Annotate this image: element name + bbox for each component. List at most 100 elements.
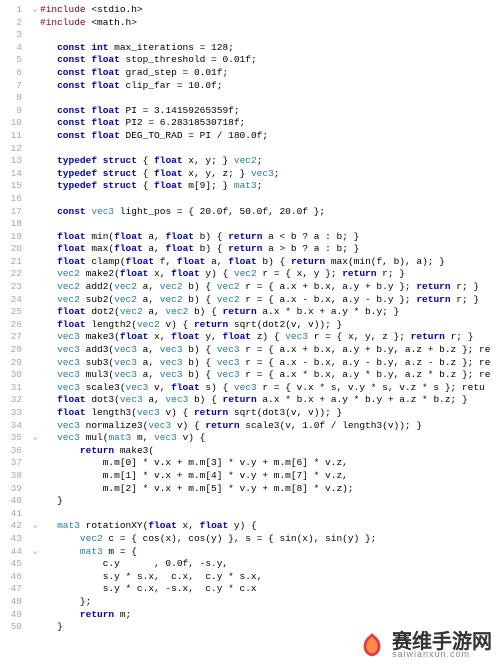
line-number: 44 [0,546,22,559]
line-number: 45 [0,558,22,571]
code-line[interactable]: float length3(vec3 v) { return sqrt(dot3… [40,407,500,420]
code-line[interactable] [40,29,500,42]
code-line[interactable]: vec3 mul(mat3 m, vec3 v) { [40,432,500,445]
fold-guide [30,331,40,344]
code-line[interactable]: s.y * s.x, c.x, c.y * s.x, [40,571,500,584]
code-line[interactable] [40,218,500,231]
fold-guide [30,206,40,219]
fold-guide [30,407,40,420]
code-line[interactable]: float dot2(vec2 a, vec2 b) { return a.x … [40,306,500,319]
line-number-gutter: 1234567891011121314151617181920212223242… [0,0,30,665]
code-line[interactable]: const float stop_threshold = 0.01f; [40,54,500,67]
fold-guide [30,17,40,30]
fold-guide [30,294,40,307]
code-line[interactable] [40,92,500,105]
line-number: 29 [0,357,22,370]
line-number: 40 [0,495,22,508]
code-line[interactable]: float dot3(vec3 a, vec3 b) { return a.x … [40,394,500,407]
code-line[interactable]: m.m[0] * v.x + m.m[3] * v.y + m.m[6] * v… [40,457,500,470]
line-number: 37 [0,457,22,470]
fold-guide [30,445,40,458]
fold-guide [30,268,40,281]
code-line[interactable]: const float PI2 = 6.28318530718f; [40,117,500,130]
code-line[interactable]: float max(float a, float b) { return a >… [40,243,500,256]
code-line[interactable]: const float clip_far = 10.0f; [40,80,500,93]
fold-toggle-icon[interactable]: ⌄ [30,520,40,533]
fold-guide [30,483,40,496]
code-line[interactable]: vec3 scale3(vec3 v, float s) { vec3 r = … [40,382,500,395]
fold-guide [30,92,40,105]
code-line[interactable]: typedef struct { float x, y; } vec2; [40,155,500,168]
code-line[interactable]: const float grad_step = 0.01f; [40,67,500,80]
code-line[interactable]: float min(float a, float b) { return a <… [40,231,500,244]
line-number: 20 [0,243,22,256]
code-line[interactable]: vec3 sub3(vec3 a, vec3 b) { vec3 r = { a… [40,357,500,370]
code-line[interactable]: vec3 add3(vec3 a, vec3 b) { vec3 r = { a… [40,344,500,357]
code-line[interactable]: return m; [40,609,500,622]
code-line[interactable]: vec3 make3(float x, float y, float z) { … [40,331,500,344]
code-line[interactable]: m.m[1] * v.x + m.m[4] * v.y + m.m[7] * v… [40,470,500,483]
fold-guide [30,571,40,584]
line-number: 3 [0,29,22,42]
code-line[interactable]: vec2 make2(float x, float y) { vec2 r = … [40,268,500,281]
line-number: 39 [0,483,22,496]
code-line[interactable]: mat3 rotationXY(float x, float y) { [40,520,500,533]
fold-toggle-icon[interactable]: ⌄ [30,432,40,445]
code-line[interactable]: const float PI = 3.14159265359f; [40,105,500,118]
fold-guide [30,457,40,470]
code-line[interactable]: typedef struct { float x, y, z; } vec3; [40,168,500,181]
code-line[interactable]: m.m[2] * v.x + m.m[5] * v.y + m.m[8] * v… [40,483,500,496]
code-line[interactable]: const float DEG_TO_RAD = PI / 180.0f; [40,130,500,143]
code-line[interactable]: #include <math.h> [40,17,500,30]
fold-toggle-icon[interactable]: ⌄ [30,546,40,559]
code-line[interactable]: vec3 mul3(vec3 a, vec3 b) { vec3 r = { a… [40,369,500,382]
fold-guide [30,243,40,256]
line-number: 36 [0,445,22,458]
line-number: 27 [0,331,22,344]
code-line[interactable]: vec2 sub2(vec2 a, vec2 b) { vec2 r = { a… [40,294,500,307]
code-line[interactable]: #include <stdio.h> [40,4,500,17]
line-number: 17 [0,206,22,219]
fold-guide [30,306,40,319]
line-number: 46 [0,571,22,584]
line-number: 43 [0,533,22,546]
watermark-logo-icon [358,631,386,659]
fold-guide [30,382,40,395]
line-number: 34 [0,420,22,433]
code-line[interactable]: vec2 c = { cos(x), cos(y) }, s = { sin(x… [40,533,500,546]
line-number: 16 [0,193,22,206]
code-line[interactable]: vec3 normalize3(vec3 v) { return scale3(… [40,420,500,433]
line-number: 13 [0,155,22,168]
code-line[interactable]: return make3( [40,445,500,458]
line-number: 9 [0,105,22,118]
code-line[interactable]: float clamp(float f, float a, float b) {… [40,256,500,269]
fold-guide [30,180,40,193]
code-line[interactable]: const int max_iterations = 128; [40,42,500,55]
watermark-sub: saiwianxun.com [392,650,470,659]
line-number: 26 [0,319,22,332]
fold-guide [30,583,40,596]
code-line[interactable]: s.y * c.x, -s.x, c.y * c.x [40,583,500,596]
code-line[interactable]: typedef struct { float m[9]; } mat3; [40,180,500,193]
line-number: 8 [0,92,22,105]
code-line[interactable]: }; [40,596,500,609]
code-line[interactable]: const vec3 light_pos = { 20.0f, 50.0f, 2… [40,206,500,219]
fold-guide [30,42,40,55]
line-number: 21 [0,256,22,269]
line-number: 30 [0,369,22,382]
code-line[interactable]: vec2 add2(vec2 a, vec2 b) { vec2 r = { a… [40,281,500,294]
fold-guide [30,357,40,370]
code-line[interactable] [40,508,500,521]
fold-toggle-icon[interactable]: ⌄ [30,4,40,17]
code-line[interactable]: float length2(vec2 v) { return sqrt(dot2… [40,319,500,332]
fold-guide [30,218,40,231]
fold-guide [30,508,40,521]
fold-guide [30,193,40,206]
code-area[interactable]: #include <stdio.h>#include <math.h> cons… [40,0,500,665]
code-line[interactable] [40,143,500,156]
fold-guide [30,256,40,269]
code-line[interactable]: mat3 m = { [40,546,500,559]
code-line[interactable]: } [40,495,500,508]
code-line[interactable]: c.y , 0.0f, -s.y, [40,558,500,571]
code-line[interactable] [40,193,500,206]
